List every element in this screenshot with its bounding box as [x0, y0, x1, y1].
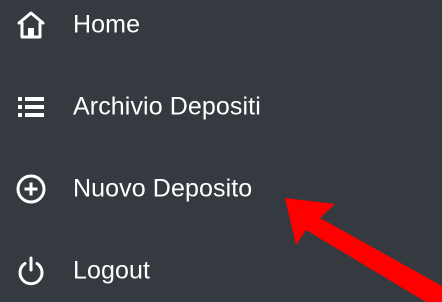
sidebar-item-label: Home [73, 10, 141, 39]
sidebar-item-nuovo-deposito[interactable]: Nuovo Deposito [0, 164, 330, 214]
power-icon [14, 254, 48, 288]
sidebar-item-label: Archivio Depositi [73, 92, 261, 121]
list-icon [14, 90, 48, 124]
sidebar-item-home[interactable]: Home [0, 0, 330, 50]
home-icon [14, 8, 48, 42]
sidebar-item-label: Nuovo Deposito [73, 174, 253, 203]
plus-circle-icon [14, 172, 48, 206]
sidebar-item-archivio-depositi[interactable]: Archivio Depositi [0, 82, 330, 132]
sidebar-nav: Home Archivio Depositi Nuovo Deposito Lo… [0, 0, 442, 302]
sidebar-item-logout[interactable]: Logout [0, 246, 330, 296]
sidebar-item-label: Logout [73, 256, 151, 285]
